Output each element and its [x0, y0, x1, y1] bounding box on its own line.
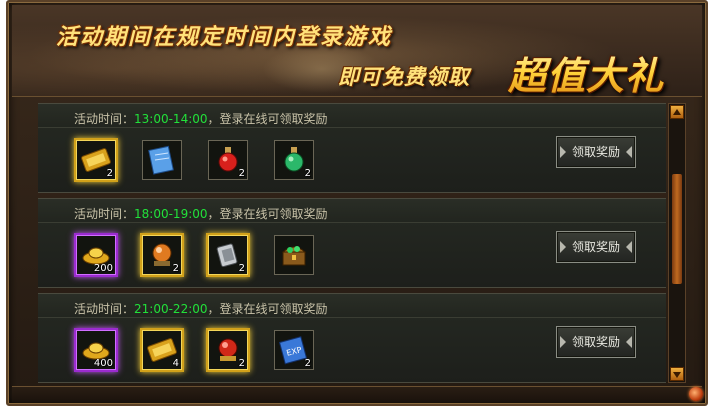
arrow-up-icon: [673, 109, 681, 115]
time-label: 活动时间：: [74, 112, 135, 126]
gold-ingot-icon[interactable]: 200: [76, 235, 116, 275]
item-count: 2: [172, 263, 179, 274]
reward-panel: 活动期间在规定时间内登录游戏 即可免费领取 超值大礼 活动时间：13:00-14…: [6, 0, 708, 406]
reward-row: 活动时间：18:00-19:00，登录在线可领取奖励 200 2 2 领取奖励: [38, 198, 666, 288]
item-count: 2: [304, 168, 311, 179]
row-header: 活动时间：13:00-14:00，登录在线可领取奖励: [38, 104, 666, 128]
treasure-chest-icon[interactable]: [274, 235, 314, 275]
time-suffix: ，登录在线可领取奖励: [207, 207, 328, 221]
row-header: 活动时间：21:00-22:00，登录在线可领取奖励: [38, 294, 666, 318]
item-count: 400: [93, 358, 113, 369]
item-count: 4: [172, 358, 179, 369]
event-time-text: 活动时间：18:00-19:00，登录在线可领取奖励: [74, 205, 328, 222]
item-count: 2: [238, 168, 245, 179]
silver-token-icon[interactable]: 2: [208, 235, 248, 275]
red-potion-icon[interactable]: 2: [208, 140, 248, 180]
bottom-border: [12, 386, 702, 402]
event-time-text: 活动时间：21:00-22:00，登录在线可领取奖励: [74, 300, 328, 317]
red-orb-icon[interactable]: 2: [208, 330, 248, 370]
corner-gem-icon: [689, 387, 703, 401]
claim-reward-button[interactable]: 领取奖励: [556, 326, 636, 358]
time-range: 21:00-22:00: [134, 302, 208, 316]
green-potion-icon[interactable]: 2: [274, 140, 314, 180]
scrollbar[interactable]: [668, 103, 686, 383]
scroll-down-button[interactable]: [670, 367, 684, 381]
time-range: 13:00-14:00: [134, 112, 208, 126]
reward-row: 活动时间：21:00-22:00，登录在线可领取奖励 400 4 2 EXP 2…: [38, 293, 666, 383]
blue-scroll-icon[interactable]: [142, 140, 182, 180]
time-suffix: ，登录在线可领取奖励: [207, 302, 328, 316]
reward-row: 活动时间：13:00-14:00，登录在线可领取奖励 2 2 2 领取奖励: [38, 103, 666, 193]
reward-list: 活动时间：13:00-14:00，登录在线可领取奖励 2 2 2 领取奖励 活动…: [38, 103, 666, 385]
item-count: 2: [238, 263, 245, 274]
scroll-up-button[interactable]: [670, 105, 684, 119]
arrow-down-icon: [673, 372, 681, 378]
row-header: 活动时间：18:00-19:00，登录在线可领取奖励: [38, 199, 666, 223]
event-banner: 活动期间在规定时间内登录游戏 即可免费领取 超值大礼: [12, 5, 702, 100]
banner-subline: 即可免费领取: [338, 64, 470, 89]
item-count: 2: [106, 168, 113, 179]
event-time-text: 活动时间：13:00-14:00，登录在线可领取奖励: [74, 110, 328, 127]
time-label: 活动时间：: [74, 302, 135, 316]
claim-reward-button[interactable]: 领取奖励: [556, 136, 636, 168]
scrollbar-thumb[interactable]: [672, 174, 682, 284]
time-label: 活动时间：: [74, 207, 135, 221]
item-count: 2: [304, 358, 311, 369]
gold-ticket-icon[interactable]: 4: [142, 330, 182, 370]
gold-ingot-icon[interactable]: 400: [76, 330, 116, 370]
banner-highlight: 超值大礼: [508, 45, 664, 100]
gold-ticket-icon[interactable]: 2: [76, 140, 116, 180]
banner-headline: 活动期间在规定时间内登录游戏: [56, 24, 393, 50]
item-count: 200: [93, 263, 113, 274]
orange-orb-icon[interactable]: 2: [142, 235, 182, 275]
item-count: 2: [238, 358, 245, 369]
exp-scroll-icon[interactable]: EXP 2: [274, 330, 314, 370]
time-suffix: ，登录在线可领取奖励: [207, 112, 328, 126]
time-range: 18:00-19:00: [134, 207, 208, 221]
claim-reward-button[interactable]: 领取奖励: [556, 231, 636, 263]
